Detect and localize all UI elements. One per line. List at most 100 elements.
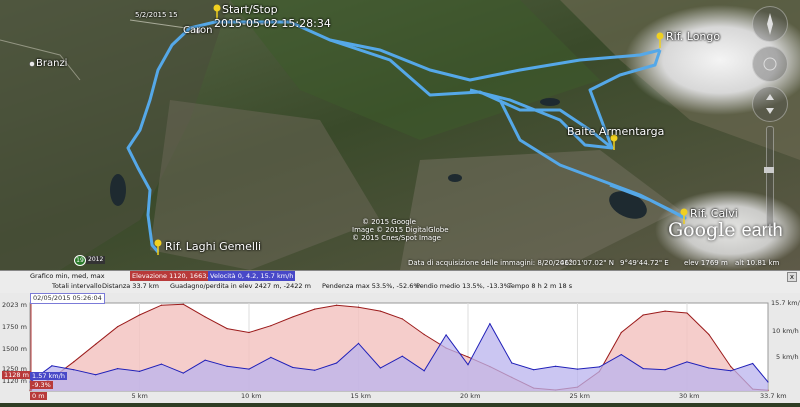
elevation-readout: elev 1769 m	[684, 259, 728, 267]
speed-point	[576, 368, 579, 370]
label-rif-longo: Rif. Longo	[666, 30, 721, 43]
cursor-elevation: 1128 m	[2, 371, 31, 379]
elevation-point	[730, 366, 732, 368]
label-baite-armentarga: Baite Armentarga	[567, 125, 665, 138]
speed-point	[379, 367, 381, 369]
elevation-point	[335, 304, 338, 306]
copyright-google: © 2015 Google	[362, 218, 416, 226]
navigation-controls	[748, 6, 792, 246]
move-joystick-icon[interactable]	[752, 86, 788, 122]
x-start-label: 0 m	[30, 392, 47, 400]
close-icon[interactable]: x	[787, 272, 797, 282]
speed-point	[226, 365, 228, 367]
x-axis-label: 15 km	[350, 392, 371, 400]
pin-rif-longo[interactable]	[656, 32, 664, 49]
speed-point	[51, 365, 53, 367]
elevation-point	[708, 333, 710, 336]
x-axis-label: 25 km	[569, 392, 590, 400]
elevation-point	[116, 326, 119, 328]
elevation-point	[401, 318, 403, 320]
speed-point	[116, 367, 119, 370]
slope-stat: Pendenza max 53.5%, -52.6%	[322, 282, 420, 290]
elevation-point	[160, 304, 162, 306]
zoom-slider[interactable]	[764, 126, 774, 228]
time-stat: Tempo 8 h 2 m 18 s	[508, 282, 573, 290]
gain-loss-stat: Guadagno/perdita in elev 2427 m, -2422 m	[170, 282, 311, 290]
elevation-point	[664, 310, 666, 312]
y-right-label: 15.7 km/h	[771, 299, 800, 307]
elevation-point	[138, 314, 141, 316]
cursor-timestamp: 02/05/2015 05:26:04	[30, 293, 105, 304]
speed-point	[752, 362, 754, 365]
x-axis-label: 5 km	[131, 392, 148, 400]
latitude: 46°01'07.02" N	[560, 259, 614, 267]
compass-icon[interactable]	[752, 6, 788, 42]
x-axis-label: 10 km	[240, 392, 262, 400]
look-joystick-icon[interactable]	[752, 46, 788, 82]
speed-point	[489, 323, 491, 325]
elevation-point	[226, 328, 228, 330]
cursor-slope: -9.3%	[30, 381, 53, 389]
imagery-date: Data di acquisizione delle immagini: 8/2…	[408, 259, 574, 267]
elevation-point	[270, 325, 272, 327]
map-status-bar: Data di acquisizione delle immagini: 8/2…	[0, 258, 800, 270]
y-right-label: 5 km/h	[776, 353, 799, 361]
speed-stats[interactable]: Velocità 0, 4.2, 15.7 km/h	[208, 271, 296, 281]
speed-point	[160, 363, 162, 365]
elevation-point	[314, 308, 316, 310]
speed-point	[708, 367, 710, 369]
avg-slope-stat: Pendio medio 13.5%, -13.3%	[416, 282, 510, 290]
pin-branzi	[29, 61, 35, 67]
speed-point	[204, 359, 206, 361]
x-axis-label: 30 km	[678, 392, 700, 400]
map-view[interactable]: Caron Branzi Start/Stop 2015-05-02 15:28…	[0, 0, 800, 270]
speed-point	[182, 372, 184, 374]
x-axis-label: 33.7 km	[760, 392, 787, 400]
zoom-in-icon[interactable]	[763, 121, 775, 127]
elevation-point	[423, 333, 425, 336]
speed-point	[73, 369, 75, 371]
elevation-chart-svg[interactable]	[0, 293, 800, 403]
graph-label: Grafico min, med, max	[30, 272, 105, 280]
copyright-digitalglobe: Image © 2015 DigitalGlobe	[352, 226, 449, 234]
elevation-profile-panel: Grafico min, med, max Elevazione 1120, 1…	[0, 270, 800, 403]
speed-point	[138, 370, 141, 372]
speed-point	[511, 362, 513, 364]
elevation-point	[379, 310, 381, 312]
speed-point	[767, 381, 769, 383]
elevation-point	[467, 356, 469, 358]
speed-point	[467, 364, 469, 366]
zoom-handle[interactable]	[764, 167, 774, 173]
elevation-point	[73, 361, 75, 363]
label-start-stop: Start/Stop	[222, 3, 278, 16]
speed-point	[533, 369, 535, 371]
pin-rif-laghi-gemelli[interactable]	[154, 239, 162, 256]
elevation-chart[interactable]: 02/05/2015 05:26:04 2023 m 1750 m 1500 m…	[0, 293, 800, 403]
elevation-point	[248, 331, 250, 334]
elevation-point	[357, 306, 360, 308]
longitude: 9°49'44.72" E	[620, 259, 669, 267]
total-interval-label: Totali intervallo	[52, 282, 102, 290]
speed-point	[248, 368, 250, 370]
x-axis-label: 20 km	[459, 392, 481, 400]
label-caron: Caron	[183, 25, 213, 36]
speed-point	[554, 365, 557, 367]
speed-point	[423, 370, 425, 372]
distance-stat: Distanza 33.7 km	[102, 282, 159, 290]
speed-point	[664, 369, 666, 371]
speed-point	[686, 361, 688, 363]
y-right-label: 10 km/h	[772, 327, 799, 335]
speed-point	[357, 342, 360, 344]
speed-point	[95, 374, 97, 376]
elevation-point	[95, 343, 97, 345]
elevation-point	[204, 316, 206, 318]
elevation-profile-header: Grafico min, med, max Elevazione 1120, 1…	[0, 271, 800, 293]
elevation-point	[620, 331, 622, 334]
speed-point	[730, 370, 732, 372]
speed-point	[335, 362, 338, 364]
y-left-label: 2023 m	[2, 301, 27, 309]
altitude-readout: alt 10.81 km	[735, 259, 780, 267]
speed-point	[292, 366, 294, 369]
speed-point	[314, 369, 316, 371]
y-left-label: 1750 m	[2, 323, 27, 331]
